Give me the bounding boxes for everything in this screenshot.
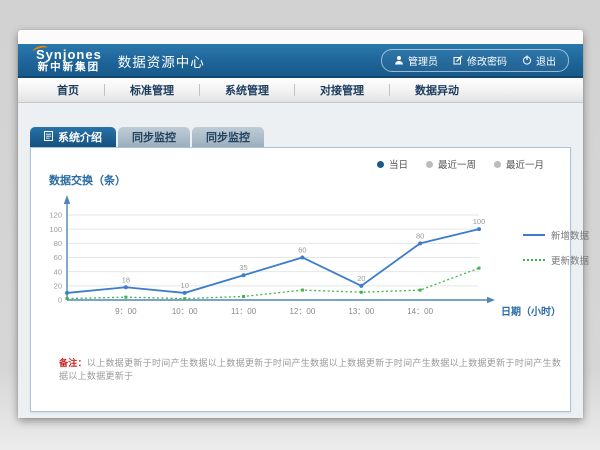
svg-text:11：00: 11：00 xyxy=(231,307,257,316)
logout-button[interactable]: 退出 xyxy=(522,53,556,68)
tab-sync-monitor-2[interactable]: 同步监控 xyxy=(192,127,264,147)
radio-dot xyxy=(426,161,433,168)
footnote: 备注：以上数据更新于时间产生数据以上数据更新于时间产生数据以上数据更新于时间产生… xyxy=(59,356,570,382)
legend-label: 更新数据 xyxy=(551,253,589,267)
nav-item-integration-mgmt[interactable]: 对接管理 xyxy=(295,82,389,98)
legend-swatch-new-data xyxy=(523,234,545,236)
tab-label: 系统介绍 xyxy=(58,129,102,145)
svg-text:18: 18 xyxy=(122,275,130,284)
tab-label: 同步监控 xyxy=(206,129,250,145)
svg-text:13：00: 13：00 xyxy=(348,307,374,316)
svg-text:9：00: 9：00 xyxy=(115,307,137,316)
tab-sync-monitor-1[interactable]: 同步监控 xyxy=(118,127,190,147)
svg-text:80: 80 xyxy=(54,239,62,248)
radio-label: 最近一月 xyxy=(506,157,544,171)
legend-item-new-data: 新增数据 xyxy=(523,228,589,242)
person-icon xyxy=(394,55,404,65)
logout-label: 退出 xyxy=(536,53,556,68)
nav-item-standard-mgmt[interactable]: 标准管理 xyxy=(105,82,199,98)
svg-text:10: 10 xyxy=(181,281,189,290)
svg-text:35: 35 xyxy=(239,263,247,272)
svg-text:10：00: 10：00 xyxy=(172,307,198,316)
change-password-label: 修改密码 xyxy=(467,53,507,68)
window-top-strip xyxy=(18,30,583,44)
brand-name-cn: 新中新集团 xyxy=(36,62,102,73)
power-icon xyxy=(522,55,532,65)
nav-item-system-mgmt[interactable]: 系统管理 xyxy=(200,82,294,98)
chart-legend: 新增数据 更新数据 xyxy=(523,228,589,278)
legend-swatch-update-data xyxy=(523,259,545,261)
radio-last-week[interactable]: 最近一周 xyxy=(426,157,476,171)
svg-text:100: 100 xyxy=(49,225,62,234)
svg-text:120: 120 xyxy=(49,211,62,220)
radio-last-month[interactable]: 最近一月 xyxy=(494,157,544,171)
tab-bar: 系统介绍 同步监控 同步监控 xyxy=(30,127,571,147)
content-panel: 当日 最近一周 最近一月 数据交换（条） 0 20 40 60 80 100 120 9：00 1… xyxy=(30,147,571,412)
radio-label: 最近一周 xyxy=(438,157,476,171)
user-menu: 管理员 修改密码 退出 xyxy=(381,49,569,72)
radio-today[interactable]: 当日 xyxy=(377,157,408,171)
line-chart-svg: 数据交换（条） 0 20 40 60 80 100 120 9：00 10：00 11：00 12：0… xyxy=(31,170,576,340)
main-nav: 首页 标准管理 系统管理 对接管理 数据异动 xyxy=(18,78,583,103)
svg-text:14：00: 14：00 xyxy=(407,307,433,316)
tab-system-intro[interactable]: 系统介绍 xyxy=(30,127,116,147)
brand-logo: Synjones 新中新集团 xyxy=(36,48,102,73)
tab-label: 同步监控 xyxy=(132,129,176,145)
svg-text:60: 60 xyxy=(298,246,306,255)
svg-text:数据交换（条）: 数据交换（条） xyxy=(49,173,126,187)
svg-text:0: 0 xyxy=(58,296,62,305)
browser-window: Synjones 新中新集团 数据资源中心 管理员 修改密码 退出 xyxy=(18,30,583,418)
app-header: Synjones 新中新集团 数据资源中心 管理员 修改密码 退出 xyxy=(18,44,583,78)
content-area: 系统介绍 同步监控 同步监控 当日 最近一周 xyxy=(18,103,583,418)
change-password-button[interactable]: 修改密码 xyxy=(453,53,507,68)
nav-item-data-change[interactable]: 数据异动 xyxy=(390,82,484,98)
line-chart: 数据交换（条） 0 20 40 60 80 100 120 9：00 10：00 11：00 12：0… xyxy=(31,170,576,340)
radio-dot xyxy=(494,161,501,168)
legend-label: 新增数据 xyxy=(551,228,589,242)
svg-text:日期（小时）: 日期（小时） xyxy=(501,305,561,318)
radio-label: 当日 xyxy=(389,157,408,171)
nav-item-home[interactable]: 首页 xyxy=(32,82,104,98)
page-title: 数据资源中心 xyxy=(118,49,205,71)
svg-text:60: 60 xyxy=(54,253,62,262)
svg-text:20: 20 xyxy=(54,281,62,290)
svg-text:80: 80 xyxy=(416,231,424,240)
user-button[interactable]: 管理员 xyxy=(394,53,438,68)
document-icon xyxy=(44,131,53,144)
footnote-text: 以上数据更新于时间产生数据以上数据更新于时间产生数据以上数据更新于时间产生数据以… xyxy=(59,358,561,381)
svg-text:100: 100 xyxy=(473,217,486,226)
footnote-label: 备注： xyxy=(59,358,87,368)
legend-item-update-data: 更新数据 xyxy=(523,253,589,267)
svg-text:20: 20 xyxy=(357,274,365,283)
edit-icon xyxy=(453,55,463,65)
radio-dot-selected xyxy=(377,161,384,168)
time-range-legend: 当日 最近一周 最近一月 xyxy=(377,157,544,171)
svg-text:12：00: 12：00 xyxy=(290,307,316,316)
svg-text:40: 40 xyxy=(54,267,62,276)
user-label: 管理员 xyxy=(408,53,438,68)
